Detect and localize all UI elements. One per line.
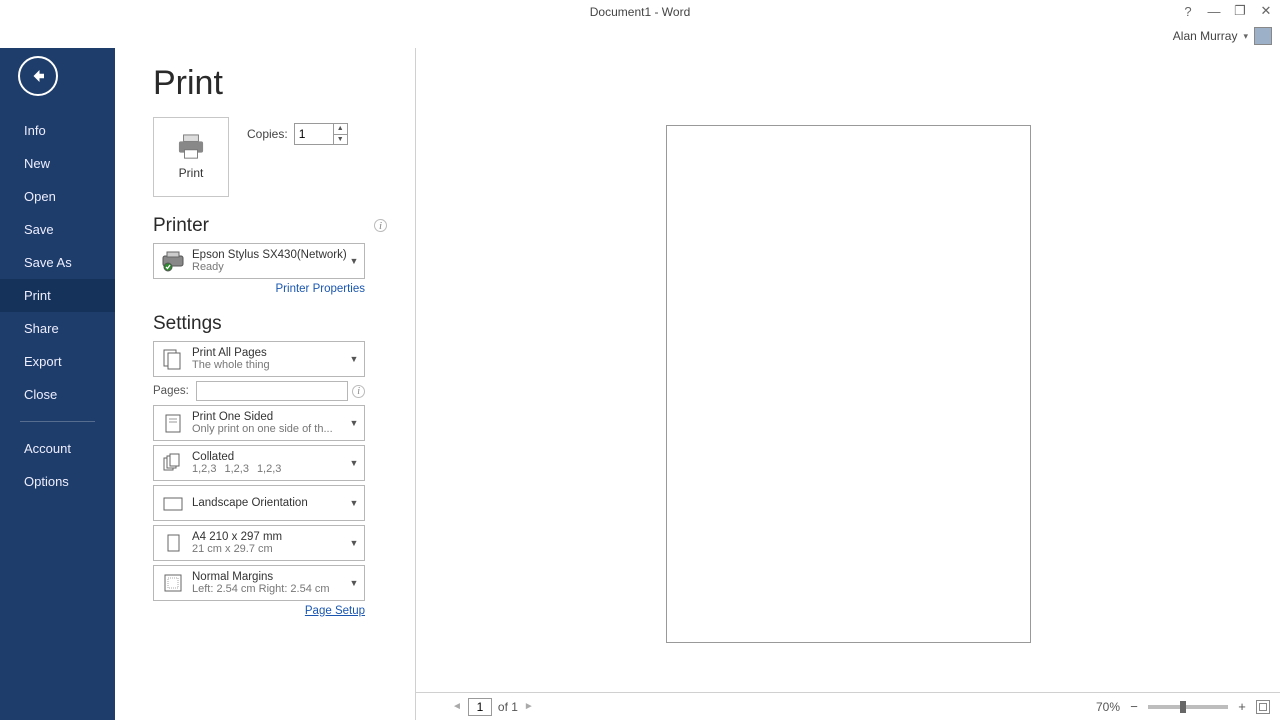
sidebar-item-export[interactable]: Export xyxy=(0,345,115,378)
backstage-sidebar: Info New Open Save Save As Print Share E… xyxy=(0,48,115,720)
chevron-down-icon: ▼ xyxy=(348,578,360,588)
next-page-icon[interactable]: ► xyxy=(524,701,534,712)
user-name[interactable]: Alan Murray xyxy=(1173,29,1238,43)
pages-range-input[interactable] xyxy=(196,381,348,401)
setting-collate[interactable]: Collated 1,2,31,2,31,2,3 ▼ xyxy=(153,445,365,481)
restore-icon[interactable]: ❐ xyxy=(1232,3,1248,19)
copies-down-icon[interactable]: ▼ xyxy=(334,135,347,145)
collate-icon xyxy=(160,450,186,476)
minimize-icon[interactable]: — xyxy=(1206,4,1222,19)
title-bar: Document1 - Word ? — ❐ ✕ xyxy=(0,0,1280,24)
printer-heading: Printer i xyxy=(153,215,415,237)
chevron-down-icon: ▼ xyxy=(348,418,360,428)
sidebar-separator xyxy=(20,421,95,422)
chevron-down-icon: ▼ xyxy=(348,458,360,468)
page-title: Print xyxy=(153,64,415,103)
sidebar-item-save-as[interactable]: Save As xyxy=(0,246,115,279)
print-button[interactable]: Print xyxy=(153,117,229,197)
printer-info-icon[interactable]: i xyxy=(374,219,387,232)
setting-print-scope[interactable]: Print All Pages The whole thing ▼ xyxy=(153,341,365,377)
avatar[interactable] xyxy=(1254,27,1272,45)
sidebar-item-share[interactable]: Share xyxy=(0,312,115,345)
zoom-value: 70% xyxy=(1096,700,1120,714)
copies-input[interactable] xyxy=(295,124,333,144)
fit-to-window-icon[interactable] xyxy=(1256,700,1270,714)
back-arrow-icon xyxy=(29,67,47,85)
pages-range-label: Pages: xyxy=(153,385,192,397)
sidebar-item-info[interactable]: Info xyxy=(0,114,115,147)
zoom-slider[interactable] xyxy=(1148,705,1228,709)
landscape-icon xyxy=(160,490,186,516)
printer-icon xyxy=(176,134,206,160)
current-page-input[interactable] xyxy=(468,698,492,716)
close-icon[interactable]: ✕ xyxy=(1258,3,1274,19)
chevron-down-icon: ▼ xyxy=(348,256,360,266)
user-bar: Alan Murray ▾ xyxy=(0,24,1280,48)
one-sided-icon xyxy=(160,410,186,436)
print-options-panel: Print Print Copies: ▲ xyxy=(115,48,415,720)
preview-page xyxy=(666,125,1031,643)
back-button[interactable] xyxy=(18,56,58,96)
pages-icon xyxy=(160,346,186,372)
sidebar-item-open[interactable]: Open xyxy=(0,180,115,213)
setting-paper-size[interactable]: A4 210 x 297 mm 21 cm x 29.7 cm ▼ xyxy=(153,525,365,561)
copies-spinner[interactable]: ▲ ▼ xyxy=(294,123,348,145)
user-menu-caret-icon[interactable]: ▾ xyxy=(1243,31,1248,42)
print-preview-area: ◄ of 1 ► 70% − + xyxy=(415,48,1280,720)
zoom-in-icon[interactable]: + xyxy=(1236,699,1248,714)
help-icon[interactable]: ? xyxy=(1180,4,1196,19)
printer-name: Epson Stylus SX430(Network) xyxy=(192,249,348,261)
margins-icon xyxy=(160,570,186,596)
sidebar-item-account[interactable]: Account xyxy=(0,432,115,465)
chevron-down-icon: ▼ xyxy=(348,538,360,548)
sidebar-item-save[interactable]: Save xyxy=(0,213,115,246)
sidebar-item-close[interactable]: Close xyxy=(0,378,115,411)
printer-properties-link[interactable]: Printer Properties xyxy=(276,283,365,295)
chevron-down-icon: ▼ xyxy=(348,354,360,364)
preview-status-bar: ◄ of 1 ► 70% − + xyxy=(416,692,1280,720)
page-setup-link[interactable]: Page Setup xyxy=(305,605,365,617)
sidebar-item-new[interactable]: New xyxy=(0,147,115,180)
chevron-down-icon: ▼ xyxy=(348,498,360,508)
document-title: Document1 - Word xyxy=(590,5,690,19)
copies-up-icon[interactable]: ▲ xyxy=(334,124,347,135)
printer-device-icon xyxy=(160,248,186,274)
print-button-label: Print xyxy=(179,166,204,180)
sidebar-item-print[interactable]: Print xyxy=(0,279,115,312)
setting-sides[interactable]: Print One Sided Only print on one side o… xyxy=(153,405,365,441)
copies-label: Copies: xyxy=(247,127,288,141)
printer-select[interactable]: Epson Stylus SX430(Network) Ready ▼ xyxy=(153,243,365,279)
settings-heading: Settings xyxy=(153,313,415,335)
sidebar-item-options[interactable]: Options xyxy=(0,465,115,498)
pages-info-icon[interactable]: i xyxy=(352,385,365,398)
paper-icon xyxy=(160,530,186,556)
setting-margins[interactable]: Normal Margins Left: 2.54 cm Right: 2.54… xyxy=(153,565,365,601)
setting-orientation[interactable]: Landscape Orientation ▼ xyxy=(153,485,365,521)
total-pages: of 1 xyxy=(498,700,518,714)
printer-status: Ready xyxy=(192,261,348,273)
prev-page-icon[interactable]: ◄ xyxy=(452,701,462,712)
zoom-out-icon[interactable]: − xyxy=(1128,699,1140,714)
